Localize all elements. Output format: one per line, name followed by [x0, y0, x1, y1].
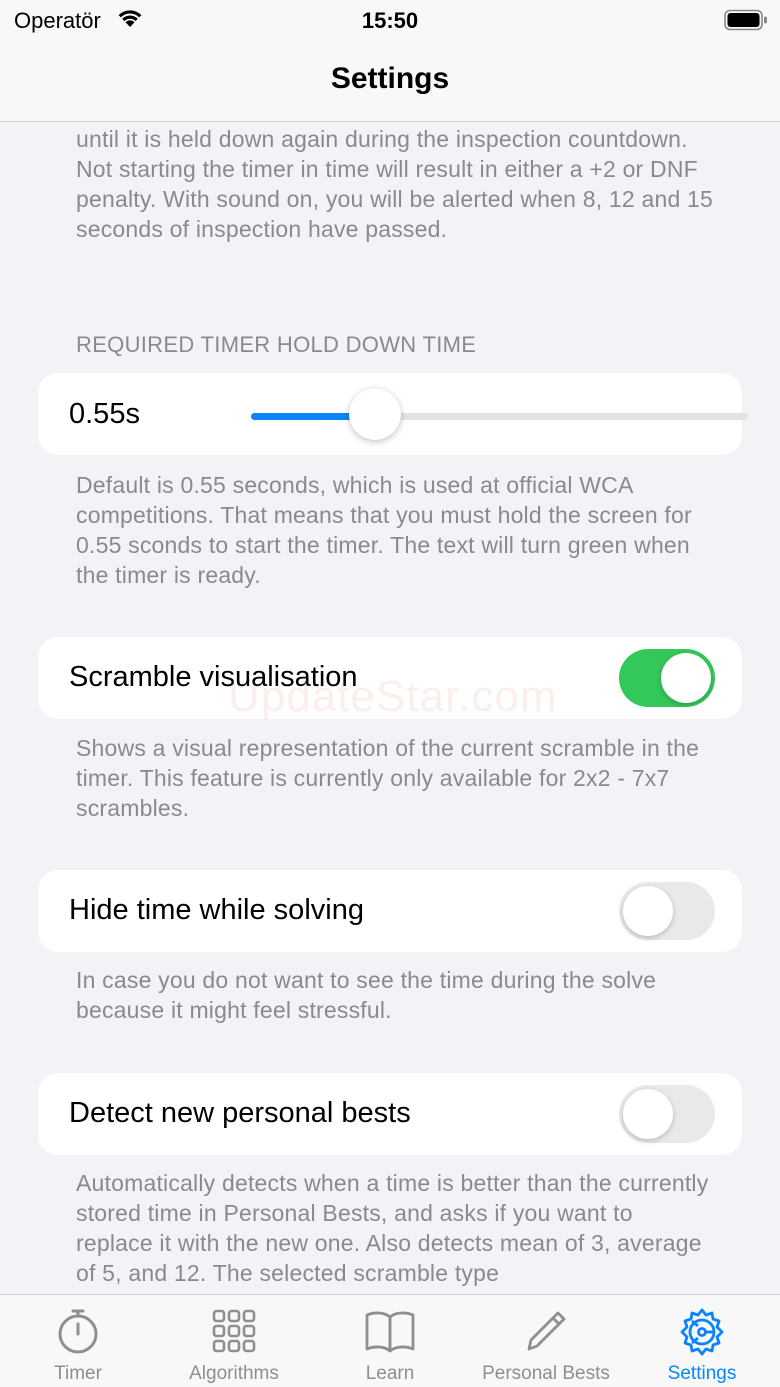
hold-down-slider[interactable] [251, 413, 748, 420]
tab-algorithms[interactable]: Algorithms [156, 1295, 312, 1387]
page-title: Settings [330, 62, 450, 95]
tab-personal-bests-label: Personal Bests [482, 1363, 610, 1384]
tab-timer-label: Timer [54, 1363, 102, 1384]
hold-down-value-label: 0.55s [69, 398, 140, 430]
hide-time-footer: In case you do not want to see the time … [76, 967, 657, 1023]
scramble-visualisation-toggle[interactable] [619, 649, 715, 707]
tab-settings[interactable]: Settings [624, 1295, 780, 1387]
hold-down-footer: Default is 0.55 seconds, which is used a… [76, 472, 692, 588]
detect-pb-toggle[interactable] [619, 1085, 715, 1143]
pencil-icon [522, 1307, 570, 1360]
tab-settings-label: Settings [667, 1363, 737, 1384]
detect-pb-cell: Detect new personal bests [38, 1073, 742, 1155]
tab-learn[interactable]: Learn [312, 1295, 468, 1387]
detect-pb-footer: Automatically detects when a time is bet… [76, 1170, 709, 1286]
battery-icon [724, 9, 768, 36]
watermark: UpdateStar.com [228, 672, 558, 721]
hold-down-section-header: REQUIRED TIMER HOLD DOWN TIME [76, 332, 477, 357]
navigation-bar: Settings [0, 40, 780, 122]
stopwatch-icon [54, 1307, 102, 1360]
status-bar: Operatör 15:50 [0, 0, 780, 40]
hide-time-label: Hide time while solving [69, 894, 364, 926]
hide-time-cell: Hide time while solving [38, 870, 742, 952]
status-time: 15:50 [361, 8, 419, 33]
slider-thumb[interactable] [349, 388, 402, 440]
tab-timer[interactable]: Timer [0, 1295, 156, 1387]
toggle-knob [623, 1089, 673, 1139]
tab-personal-bests[interactable]: Personal Bests [468, 1295, 624, 1387]
detect-pb-label: Detect new personal bests [69, 1097, 411, 1129]
grid-icon [210, 1307, 258, 1360]
scramble-visualisation-footer: Shows a visual representation of the cur… [76, 735, 700, 821]
book-icon [364, 1307, 416, 1360]
tab-bar: Timer Algorithms Learn Personal Bests Se… [0, 1294, 780, 1387]
hide-time-toggle[interactable] [619, 882, 715, 940]
inspection-footer: until it is held down again during the i… [76, 126, 714, 242]
tab-algorithms-label: Algorithms [189, 1363, 279, 1384]
hold-down-time-cell: 0.55s [38, 373, 748, 455]
gear-icon [677, 1307, 727, 1362]
tab-learn-label: Learn [365, 1363, 415, 1384]
toggle-knob [623, 886, 673, 936]
toggle-knob [661, 653, 711, 703]
